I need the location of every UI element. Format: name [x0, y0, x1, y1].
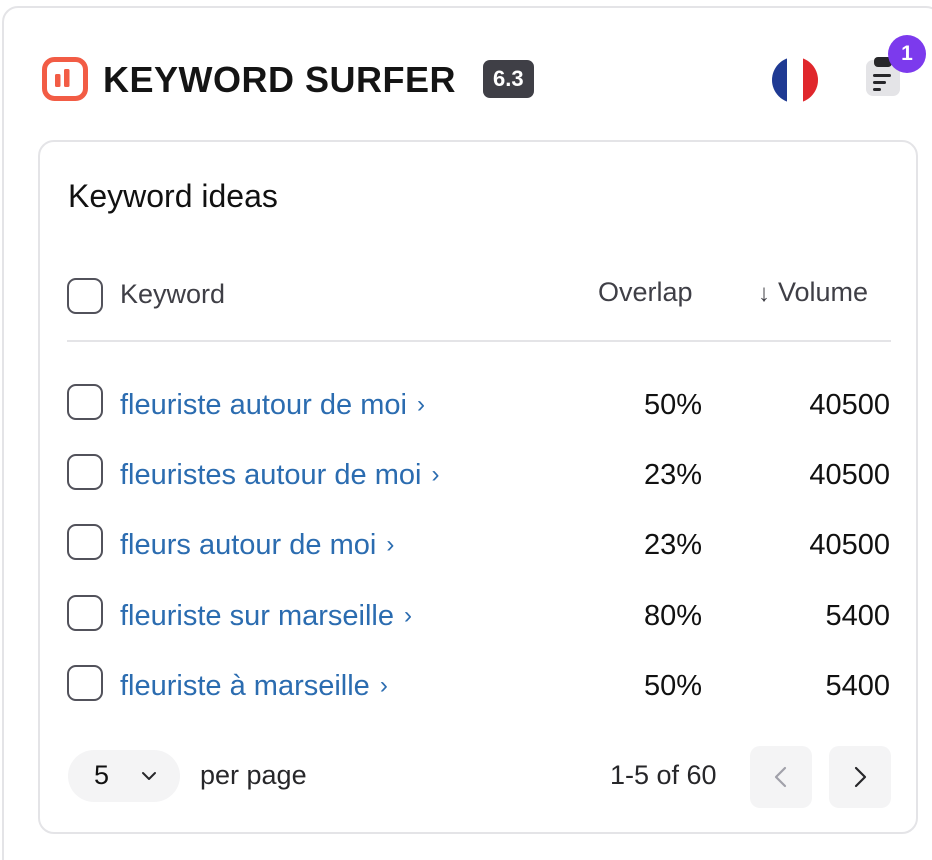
chevron-right-icon: › [403, 602, 412, 629]
keyword-ideas-card: Keyword ideas Keyword Overlap ↓ Volume fl… [38, 140, 918, 834]
overlap-value: 80% [643, 600, 702, 632]
keyword-text: fleuristes autour de moi [120, 459, 422, 491]
keyword-text: fleuriste sur marseille [120, 600, 394, 632]
keyword-text: fleuriste autour de moi [120, 389, 407, 421]
volume-value: 5400 [825, 670, 890, 702]
column-header-volume-label: Volume [778, 277, 869, 307]
chevron-right-icon [854, 766, 867, 788]
overlap-value: 50% [643, 389, 702, 421]
column-header-overlap[interactable]: Overlap [598, 276, 693, 308]
brand-name: KEYWORD SURFER [103, 59, 457, 100]
version-badge: 6.3 [483, 60, 534, 98]
pagination-range: 1-5 of 60 [610, 760, 717, 790]
overlap-value: 23% [643, 459, 702, 491]
volume-value: 40500 [809, 459, 890, 491]
chevron-right-icon: › [379, 672, 388, 699]
france-flag-icon[interactable] [772, 57, 818, 103]
table-row: fleuristes autour de moi › 23% 40500 [40, 442, 916, 502]
chevron-right-icon: › [416, 391, 425, 418]
keyword-text: fleuriste à marseille [120, 670, 370, 702]
keyword-link[interactable]: fleuriste à marseille › [120, 669, 388, 703]
column-header-keyword[interactable]: Keyword [120, 278, 225, 310]
row-checkbox[interactable] [67, 524, 103, 560]
per-page-value: 5 [94, 760, 110, 790]
table-row: fleurs autour de moi › 23% 40500 [40, 512, 916, 572]
chevron-right-icon: › [386, 531, 395, 558]
arrow-down-icon: ↓ [758, 280, 770, 307]
keyword-text: fleurs autour de moi [120, 529, 377, 561]
row-checkbox[interactable] [67, 454, 103, 490]
volume-value: 40500 [809, 529, 890, 561]
per-page-label: per page [200, 760, 307, 790]
header-divider [67, 340, 891, 342]
table-row: fleuriste autour de moi › 50% 40500 [40, 372, 916, 432]
volume-value: 40500 [809, 389, 890, 421]
next-page-button[interactable] [829, 746, 891, 808]
chevron-down-icon [142, 772, 156, 780]
chevron-left-icon [774, 766, 787, 788]
previous-page-button[interactable] [750, 746, 812, 808]
keyword-link[interactable]: fleuristes autour de moi › [120, 458, 439, 492]
overlap-value: 23% [643, 529, 702, 561]
keyword-link[interactable]: fleuriste autour de moi › [120, 388, 425, 422]
volume-value: 5400 [825, 600, 890, 632]
row-checkbox[interactable] [67, 595, 103, 631]
overlap-value: 50% [643, 670, 702, 702]
per-page-select[interactable]: 5 [68, 750, 180, 802]
row-checkbox[interactable] [67, 665, 103, 701]
card-title: Keyword ideas [68, 178, 278, 214]
column-header-volume[interactable]: ↓ Volume [758, 276, 868, 310]
table-row: fleuriste à marseille › 50% 5400 [40, 653, 916, 713]
table-row: fleuriste sur marseille › 80% 5400 [40, 583, 916, 643]
chevron-right-icon: › [431, 461, 440, 488]
keyword-surfer-logo-icon [42, 57, 88, 101]
row-checkbox[interactable] [67, 384, 103, 420]
keyword-link[interactable]: fleurs autour de moi › [120, 528, 394, 562]
select-all-checkbox[interactable] [67, 278, 103, 314]
keyword-link[interactable]: fleuriste sur marseille › [120, 599, 412, 633]
notification-badge: 1 [888, 35, 926, 73]
